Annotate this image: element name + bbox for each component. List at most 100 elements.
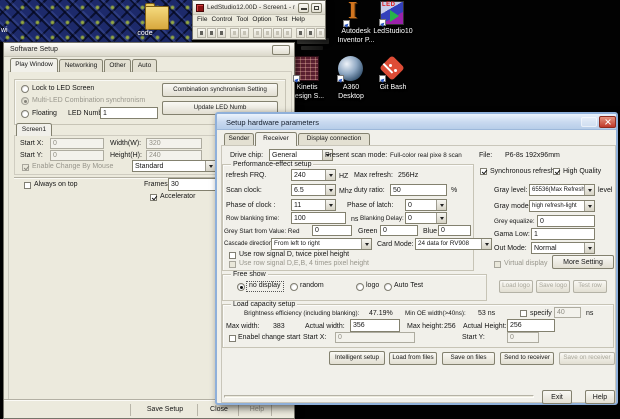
save-on-files-button[interactable]: Save on files [442, 352, 495, 365]
phase-of-clock-dropdown[interactable]: 11 [291, 199, 336, 211]
start-y-field[interactable]: 0 [507, 332, 539, 343]
start-y-field[interactable]: 0 [50, 150, 104, 161]
main-window-titlebar[interactable]: LedStudio12.00D - Screen1 - new.lsd [193, 1, 325, 15]
autodesk-inventor-icon[interactable]: I [343, 0, 368, 27]
virtual-display-checkbox[interactable] [494, 261, 501, 268]
a360-desktop-icon[interactable] [337, 56, 363, 82]
maximize-button[interactable] [311, 3, 322, 13]
specify-field[interactable]: 40 [554, 307, 581, 318]
play-icon[interactable] [263, 28, 272, 38]
menu-help[interactable]: Help [291, 16, 304, 24]
out-mode-dropdown[interactable]: Normal [531, 242, 595, 254]
tab-play-window[interactable]: Play Window [10, 58, 58, 72]
always-on-top-checkbox[interactable] [24, 182, 31, 189]
software-setup-titlebar[interactable]: Software Setup [4, 43, 294, 57]
tab-other[interactable]: Other [104, 59, 131, 72]
combination-synchronism-button[interactable]: Combination synchronism Setting [162, 83, 278, 97]
save-on-receiver-button[interactable]: Save on receiver [559, 352, 615, 365]
start-x-field[interactable]: 0 [335, 332, 415, 343]
specify-checkbox[interactable] [520, 310, 527, 317]
titlebar-button[interactable] [272, 45, 290, 55]
help-icon[interactable] [316, 28, 325, 38]
logo-radio[interactable] [356, 283, 364, 291]
cascade-direction-dropdown[interactable]: From left to right [271, 238, 372, 250]
green-field[interactable]: 0 [380, 225, 418, 236]
enable-change-by-mouse-checkbox[interactable] [22, 164, 29, 171]
dialog-titlebar[interactable]: Setup hardware parameters [217, 114, 616, 130]
width-field[interactable]: 320 [146, 138, 202, 149]
no-display-radio[interactable] [237, 283, 245, 291]
red-field[interactable]: 0 [312, 225, 352, 236]
display-icon[interactable] [296, 28, 305, 38]
tab-networking[interactable]: Networking [59, 59, 103, 72]
settings-icon[interactable] [306, 28, 315, 38]
high-quality-checkbox[interactable] [553, 168, 560, 175]
dialog-help-button[interactable]: Help [585, 390, 615, 404]
blanking-delay-dropdown[interactable]: 0 [405, 212, 447, 224]
menu-control[interactable]: Control [211, 16, 232, 24]
gray-level-dropdown[interactable]: 65536(Max Refresh) [529, 184, 595, 196]
tab-auto[interactable]: Auto [132, 59, 157, 72]
auto-test-radio[interactable] [384, 283, 392, 291]
load-from-files-button[interactable]: Load from files [389, 352, 437, 365]
gama-low-field[interactable]: 1 [531, 228, 595, 240]
multi-led-radio[interactable] [21, 97, 29, 105]
close-button[interactable]: Close [201, 406, 237, 415]
more-setting-button[interactable]: More Setting [552, 255, 614, 269]
menu-tool[interactable]: Tool [236, 16, 248, 24]
phase-of-latch-dropdown[interactable]: 0 [405, 199, 447, 211]
actual-width-field[interactable]: 356 [350, 319, 400, 332]
print-icon[interactable] [230, 28, 239, 38]
close-icon[interactable] [599, 116, 616, 128]
drive-chip-dropdown[interactable]: General [269, 149, 333, 161]
tab-screen1[interactable]: Screen1 [16, 123, 52, 136]
titlebar-button[interactable] [581, 117, 597, 127]
card-mode-dropdown[interactable]: 24 data for RV908 [415, 238, 492, 250]
new-icon[interactable] [197, 28, 206, 38]
grey-equalize-field[interactable]: 0 [537, 215, 595, 227]
menu-test[interactable]: Test [276, 16, 288, 24]
cut-icon[interactable] [240, 28, 249, 38]
refresh-frq-dropdown[interactable]: 240 [291, 169, 336, 181]
load-logo-button[interactable]: Load logo [499, 280, 533, 293]
save-logo-button[interactable]: Save logo [536, 280, 570, 293]
open-icon[interactable] [207, 28, 216, 38]
stop-icon[interactable] [273, 28, 282, 38]
git-bash-icon[interactable] [379, 55, 405, 82]
no-display-label[interactable]: no display [246, 281, 284, 292]
row-signal-d-checkbox[interactable] [229, 252, 236, 259]
tab-display-connection[interactable]: Display connection [298, 133, 370, 145]
tab-sender[interactable]: Sender [224, 133, 254, 145]
help-button[interactable]: Help [242, 406, 272, 415]
duty-ratio-field[interactable]: 50 [390, 184, 447, 196]
blue-field[interactable]: 0 [438, 225, 471, 236]
floating-radio[interactable] [21, 110, 29, 118]
test-row-button[interactable]: Test row [573, 280, 607, 293]
menu-file[interactable]: File [197, 16, 207, 24]
gray-mode-dropdown[interactable]: high refresh-light [529, 200, 595, 212]
random-radio[interactable] [290, 283, 298, 291]
tab-receiver[interactable]: Receiver [255, 132, 297, 146]
synchronous-refresh-checkbox[interactable] [480, 168, 487, 175]
accelerator-checkbox[interactable] [150, 194, 157, 201]
ledstudio10-icon[interactable]: LED [379, 1, 404, 26]
copy-icon[interactable] [253, 28, 262, 38]
next-icon[interactable] [283, 28, 292, 38]
row-signal-deb-checkbox[interactable] [229, 261, 236, 268]
mode-dropdown[interactable]: Standard [132, 160, 216, 172]
intelligent-setup-button[interactable]: Intelligent setup [329, 351, 385, 365]
kinetis-design-studio-icon[interactable] [293, 56, 319, 82]
menu-option[interactable]: Option [252, 16, 271, 24]
save-setup-button[interactable]: Save Setup [136, 406, 194, 415]
exit-button[interactable]: Exit [542, 390, 572, 404]
enable-change-start-checkbox[interactable] [229, 335, 236, 342]
actual-height-field[interactable]: 256 [507, 319, 555, 332]
lock-to-led-radio[interactable] [21, 85, 29, 93]
row-blanking-field[interactable]: 100 [291, 212, 346, 224]
send-to-receiver-button[interactable]: Send to receiver [500, 352, 554, 365]
led-numb-field[interactable]: 1 [100, 107, 158, 119]
save-icon[interactable] [217, 28, 226, 38]
minimize-button[interactable] [298, 3, 309, 13]
folder-icon[interactable] [145, 3, 169, 30]
start-x-field[interactable]: 0 [50, 138, 104, 149]
